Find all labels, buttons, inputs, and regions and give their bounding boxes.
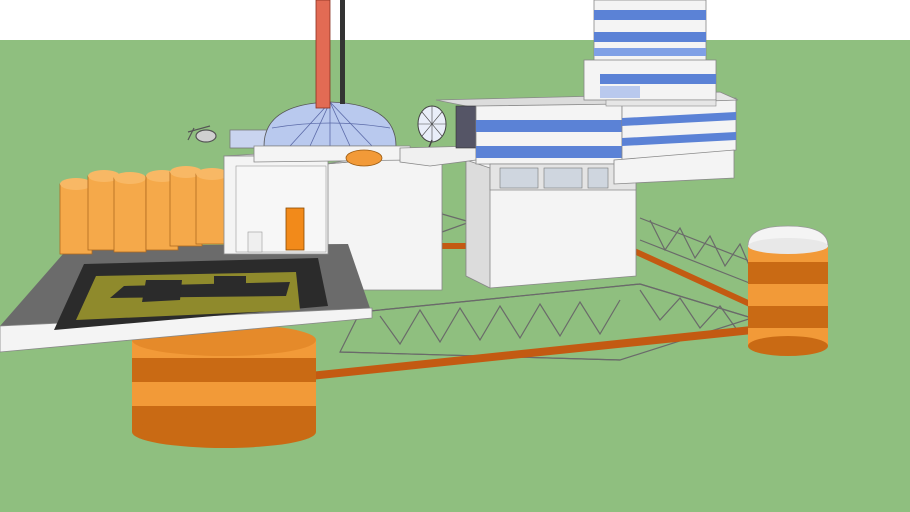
- platform-scene: [0, 0, 910, 512]
- right-float-tank: [747, 225, 829, 356]
- upper-tower: [583, 0, 717, 107]
- storage-silos: [59, 166, 229, 255]
- silo: [113, 172, 147, 253]
- left-float-tank: [132, 324, 316, 448]
- sky: [0, 0, 910, 42]
- door: [285, 207, 305, 251]
- silo: [59, 178, 93, 255]
- silo: [195, 168, 229, 245]
- control-building: [223, 149, 329, 255]
- small-orange-dome: [345, 149, 383, 167]
